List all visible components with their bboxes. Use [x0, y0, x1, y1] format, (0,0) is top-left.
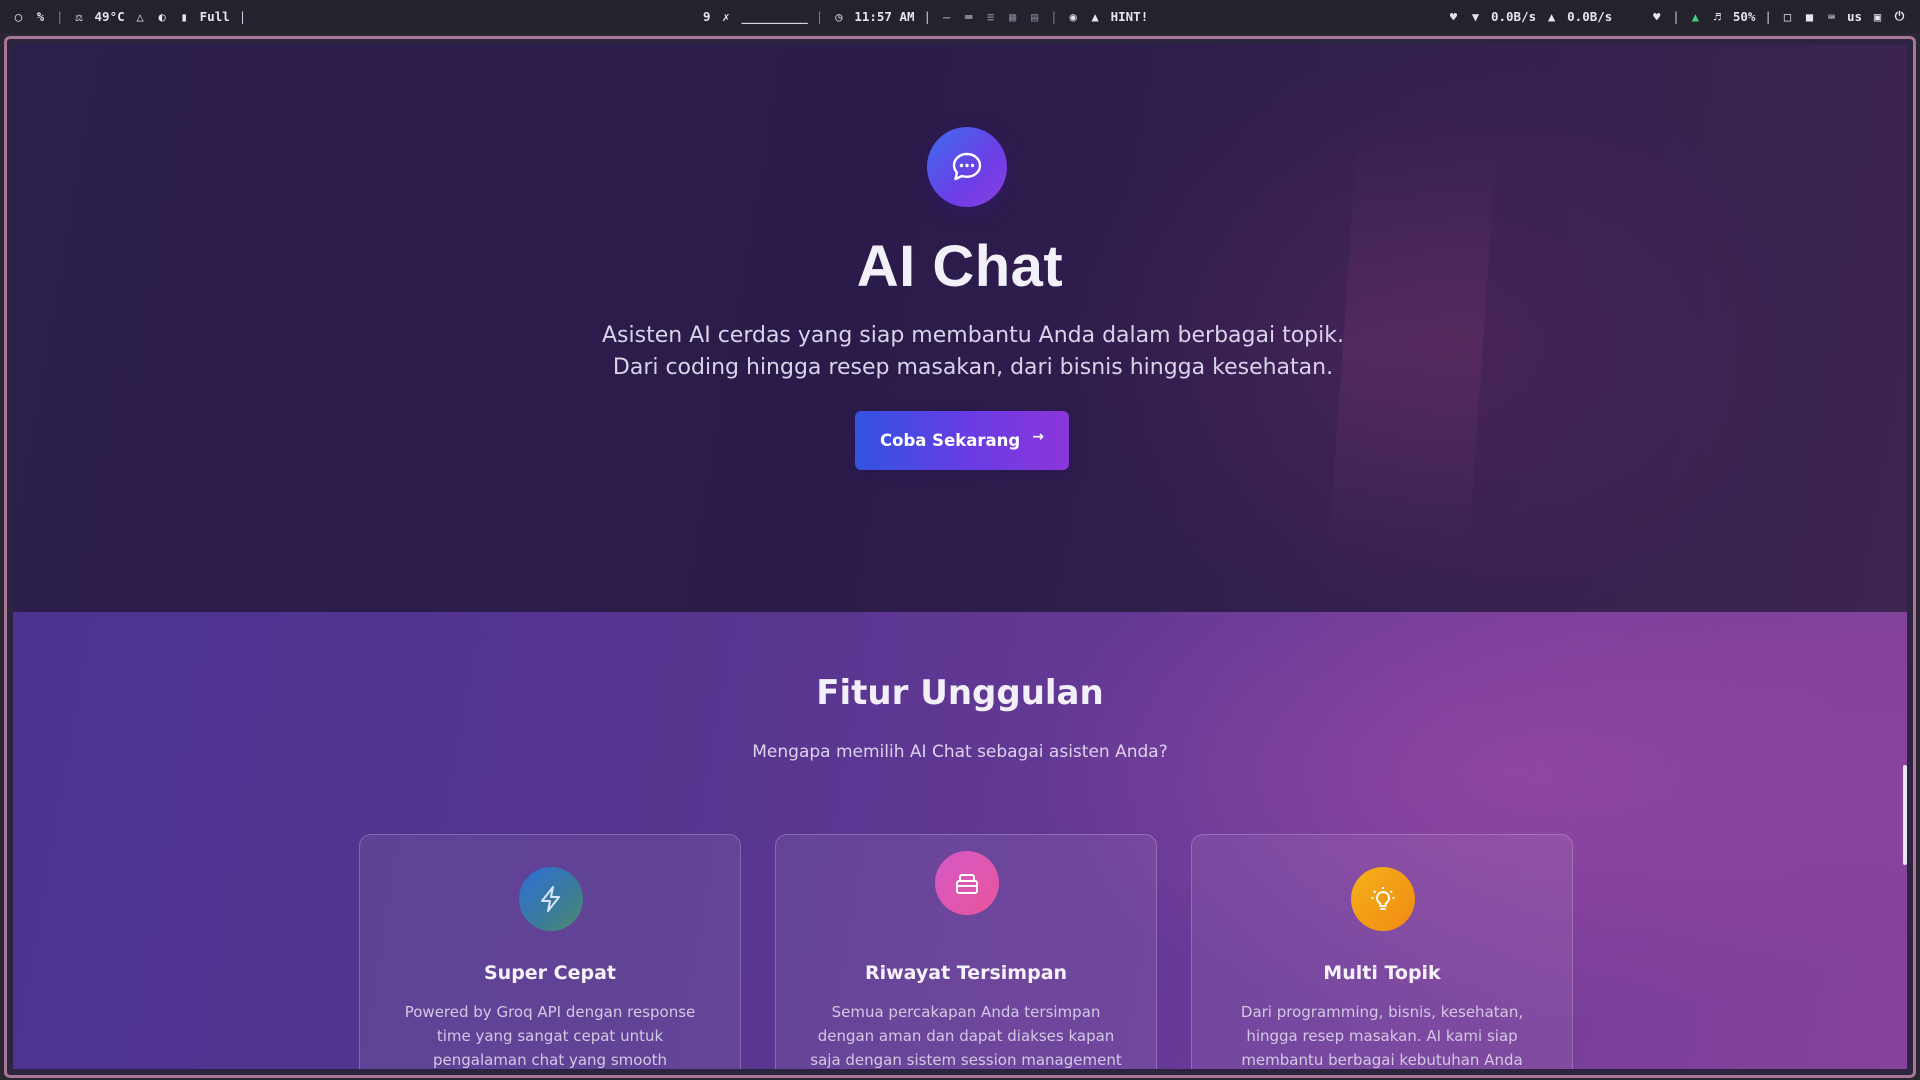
hint-label[interactable]: HINT! — [1111, 9, 1149, 24]
lightbulb-icon-svg — [1371, 887, 1395, 910]
feature-card-title: Super Cepat — [483, 962, 617, 984]
status-bar-left: ◯ % | ⚖ 49°C △ ◐ ▮ Full | — [12, 0, 246, 33]
divider: | — [923, 9, 932, 24]
arrow-right-icon: → — [1032, 428, 1044, 445]
layout-4-icon[interactable]: ▦ — [1006, 10, 1019, 24]
scrollbar[interactable] — [1903, 765, 1907, 865]
browser-window: AI Chat Asisten AI cerdas yang siap memb… — [4, 36, 1916, 1078]
clock-icon: ◷ — [835, 9, 843, 24]
chat-bubble-icon — [927, 127, 1007, 207]
archive-icon — [935, 851, 999, 915]
divider: | — [1764, 9, 1772, 24]
hero-subtitle: Asisten AI cerdas yang siap membantu And… — [601, 323, 1344, 380]
upload-icon: ▲ — [1548, 9, 1556, 24]
net-down-rate: 0.0B/s — [1490, 9, 1537, 24]
volume-icon[interactable]: ♬ — [1711, 10, 1724, 24]
lightning-icon-svg — [541, 886, 560, 912]
clock[interactable]: 11:57 AM — [854, 9, 914, 24]
chat-bubble-icon-svg — [952, 152, 982, 181]
percent-icon: % — [36, 9, 45, 24]
flame-icon: △ — [136, 9, 144, 24]
bell-icon: ▲ — [1091, 9, 1099, 24]
brightness-icon: ◐ — [158, 9, 166, 24]
keyboard-icon: ⌨ — [1827, 9, 1836, 24]
hero-section: AI Chat Asisten AI cerdas yang siap memb… — [13, 45, 1907, 612]
status-bar-right: ♥ ▼ 0.0B/s ▲ 0.0B/s ♥ | ▲ ♬ 50% | □ ■ ⌨ … — [1447, 0, 1906, 33]
feature-card-title: Riwayat Tersimpan — [864, 962, 1068, 984]
status-bar-center: 9 ✗ __________ | ◷ 11:57 AM | — ═ ≡ ▦ ▤ … — [703, 0, 1148, 33]
temperature-readout: 49°C — [94, 9, 125, 24]
battery-icon: ▮ — [180, 9, 188, 24]
feature-card-super-cepat: Super Cepat Powered by Groq API dengan r… — [359, 834, 741, 1069]
wifi-icon[interactable]: ▲ — [1689, 10, 1702, 24]
hero-title: AI Chat — [856, 234, 1064, 299]
feature-card-riwayat-tersimpan: Riwayat Tersimpan Semua percakapan Anda … — [775, 834, 1157, 1069]
numlock-icon: ■ — [1805, 9, 1814, 24]
layout-3-icon[interactable]: ≡ — [984, 10, 997, 24]
net-up-rate: 0.0B/s — [1567, 9, 1613, 24]
keyboard-layout[interactable]: us — [1847, 9, 1862, 24]
divider: | — [1672, 9, 1680, 24]
feature-card-multi-topik: Multi Topik Dari programming, bisnis, ke… — [1191, 834, 1573, 1069]
divider: | — [1050, 9, 1058, 24]
volume-level[interactable]: 50% — [1733, 9, 1756, 24]
layout-5-icon[interactable]: ▤ — [1028, 10, 1041, 24]
feature-card-description: Powered by Groq API dengan response time… — [404, 1003, 696, 1069]
lightbulb-icon — [1351, 867, 1415, 931]
layout-1-icon[interactable]: — — [940, 10, 953, 24]
notifications-off-icon[interactable]: ✗ — [720, 10, 733, 24]
features-section: Fitur Unggulan Mengapa memilih AI Chat s… — [13, 612, 1907, 1069]
download-icon: ▼ — [1471, 9, 1480, 24]
divider: | — [56, 9, 64, 24]
feature-card-description: Semua percakapan Anda tersimpan dengan a… — [810, 1003, 1122, 1069]
eye-off-icon[interactable]: ◉ — [1067, 10, 1080, 24]
feature-card-title: Multi Topik — [1323, 962, 1441, 984]
divider: | — [238, 9, 247, 24]
try-now-button[interactable]: Coba Sekarang → — [855, 411, 1069, 470]
workspace-number[interactable]: 9 — [703, 9, 711, 24]
power-icon[interactable]: ⏻ — [1893, 9, 1906, 24]
divider: | — [815, 9, 824, 24]
favorite-icon: ♥ — [1653, 9, 1661, 24]
try-now-label: Coba Sekarang — [880, 431, 1021, 450]
layout-2-icon[interactable]: ═ — [962, 10, 975, 24]
droplet-icon: ◯ — [14, 9, 23, 24]
cpu-icon: ⚖ — [75, 9, 83, 24]
page-viewport: AI Chat Asisten AI cerdas yang siap memb… — [13, 45, 1907, 1069]
features-subtitle: Mengapa memilih AI Chat sebagai asisten … — [752, 742, 1168, 762]
archive-icon-svg — [956, 874, 978, 894]
capslock-icon: □ — [1783, 9, 1792, 24]
lightning-icon — [519, 867, 583, 931]
lock-icon[interactable]: ▣ — [1871, 10, 1884, 24]
features-title: Fitur Unggulan — [816, 673, 1104, 713]
window-title-placeholder: __________ — [741, 9, 808, 24]
heart-icon: ♥ — [1449, 9, 1458, 24]
battery-mode: Full — [199, 9, 230, 24]
status-bar: ◯ % | ⚖ 49°C △ ◐ ▮ Full | 9 ✗ __________… — [0, 0, 1920, 33]
feature-card-description: Dari programming, bisnis, kesehatan, hin… — [1240, 1003, 1524, 1069]
